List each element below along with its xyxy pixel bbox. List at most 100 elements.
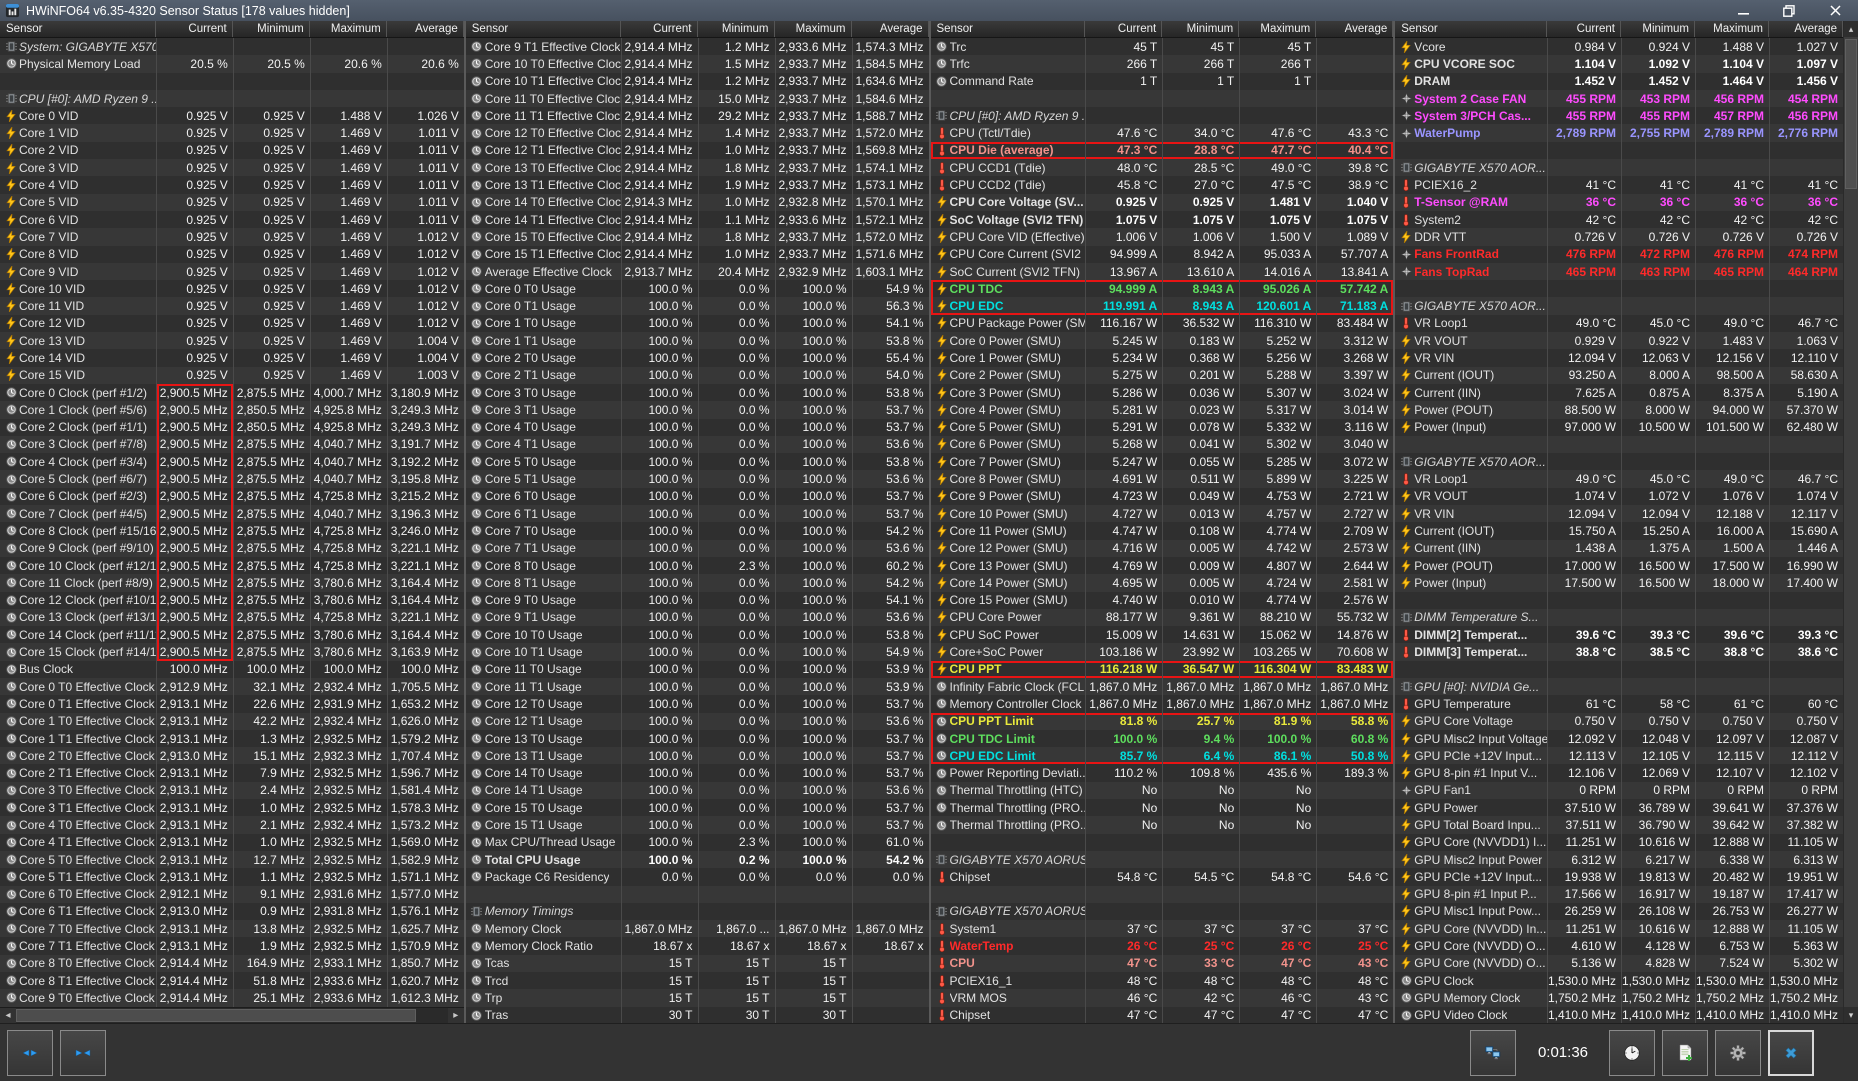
close-button[interactable] [1768,1030,1814,1076]
column-header-average[interactable]: Average [852,21,929,37]
sensor-row[interactable]: Thermal Throttling (PRO...NoNoNo [931,816,1394,833]
scrollbar-track[interactable] [416,1008,448,1023]
section-row[interactable]: GIGABYTE X570 AOR... [1395,159,1843,176]
sensor-row[interactable]: Core 14 VID0.925 V0.925 V1.469 V1.004 V [0,349,464,366]
column-header-average[interactable]: Average [1769,21,1843,37]
sensor-row[interactable]: Tras30 T30 T30 T [466,1007,929,1023]
sensor-row[interactable]: Core 5 T1 Usage100.0 %0.0 %100.0 %53.6 % [466,470,929,487]
sensor-row[interactable]: Core 8 T1 Usage100.0 %0.0 %100.0 %54.2 % [466,574,929,591]
column-header-minimum[interactable]: Minimum [698,21,775,37]
sensor-row[interactable]: Core 8 Clock (perf #15/16)2,900.5 MHz2,8… [0,522,464,539]
sensor-row[interactable]: Core 5 T0 Effective Clock2,913.1 MHz12.7… [0,851,464,868]
sensor-row[interactable]: Core 1 T0 Usage100.0 %0.0 %100.0 %54.1 % [466,315,929,332]
sensor-row[interactable]: GPU Misc2 Input Power6.312 W6.217 W6.338… [1395,851,1843,868]
sensor-row[interactable]: Core 5 Clock (perf #6/7)2,900.5 MHz2,875… [0,470,464,487]
sensor-row[interactable]: Core 10 T0 Usage100.0 %0.0 %100.0 %53.8 … [466,626,929,643]
sensor-row[interactable]: Core 3 Power (SMU)5.286 W0.036 W5.307 W3… [931,384,1394,401]
sensor-row[interactable]: GPU 8-pin #1 Input P...17.566 W16.917 W1… [1395,886,1843,903]
sensor-row[interactable]: CPU EDC119.991 A8.943 A120.601 A71.183 A [931,297,1394,314]
sensor-row[interactable]: Power (Input)97.000 W10.500 W101.500 W62… [1395,419,1843,436]
sensor-row[interactable]: Core 9 T0 Effective Clock2,914.4 MHz25.1… [0,989,464,1006]
sensor-row[interactable]: GPU Total Board Inpu...37.511 W36.790 W3… [1395,816,1843,833]
column-header-current[interactable]: Current [621,21,698,37]
sensor-row[interactable]: Core 14 T1 Effective Clock2,914.4 MHz1.1… [466,211,929,228]
sensor-row[interactable]: Core 3 VID0.925 V0.925 V1.469 V1.011 V [0,159,464,176]
sensor-row[interactable]: System137 °C37 °C37 °C37 °C [931,920,1394,937]
sensor-row[interactable]: Core 7 Power (SMU)5.247 W0.055 W5.285 W3… [931,453,1394,470]
sensor-row[interactable]: Core 2 T1 Usage100.0 %0.0 %100.0 %54.0 % [466,367,929,384]
sensor-row[interactable]: Core 5 T0 Usage100.0 %0.0 %100.0 %53.8 % [466,453,929,470]
sensor-row[interactable]: Core 11 T1 Usage100.0 %0.0 %100.0 %53.9 … [466,678,929,695]
column-header-sensor[interactable]: Sensor [931,21,1086,37]
scroll-up-arrow[interactable]: ▴ [1844,21,1858,37]
sensor-row[interactable]: Core 0 T1 Usage100.0 %0.0 %100.0 %56.3 % [466,297,929,314]
sensor-row[interactable]: VR Loop149.0 °C45.0 °C49.0 °C46.7 °C [1395,315,1843,332]
sensor-row[interactable]: T-Sensor @RAM36 °C36 °C36 °C36 °C [1395,194,1843,211]
sensor-row[interactable]: Core 10 T1 Usage100.0 %0.0 %100.0 %54.9 … [466,643,929,660]
vertical-scrollbar[interactable]: ▴▾ [1843,21,1858,1023]
sensor-row[interactable]: Core 8 T0 Effective Clock2,914.4 MHz164.… [0,955,464,972]
sensor-row[interactable]: CPU CCD2 (Tdie)45.8 °C27.0 °C47.5 °C38.9… [931,176,1394,193]
scrollbar-track[interactable] [1844,191,1858,1007]
sensor-row[interactable]: Core 15 T1 Effective Clock2,914.4 MHz1.0… [466,246,929,263]
sensor-row[interactable]: Core 12 Clock (perf #10/12)2,900.5 MHz2,… [0,592,464,609]
section-row[interactable]: GIGABYTE X570 AORUS ... [931,903,1394,920]
sensor-row[interactable]: Core 9 T1 Usage100.0 %0.0 %100.0 %53.6 % [466,609,929,626]
reset-clock-button[interactable] [1609,1030,1655,1076]
sensor-row[interactable]: Core 7 Clock (perf #4/5)2,900.5 MHz2,875… [0,505,464,522]
horizontal-scrollbar[interactable]: ◂▸ [0,1007,464,1023]
sensor-row[interactable]: Core 10 Power (SMU)4.727 W0.013 W4.757 W… [931,505,1394,522]
settings-button[interactable] [1715,1030,1761,1076]
sensor-row[interactable]: Core 13 VID0.925 V0.925 V1.469 V1.004 V [0,332,464,349]
sensor-row[interactable]: Core 10 T1 Effective Clock2,914.4 MHz1.2… [466,73,929,90]
scroll-right-arrow[interactable]: ▸ [448,1008,464,1023]
sensor-row[interactable]: Core 11 VID0.925 V0.925 V1.469 V1.012 V [0,297,464,314]
sensor-row[interactable]: Core 10 T0 Effective Clock2,914.4 MHz1.5… [466,55,929,72]
sensor-row[interactable]: Core 3 T0 Effective Clock2,913.1 MHz2.4 … [0,782,464,799]
section-row[interactable]: GPU [#0]: NVIDIA Ge... [1395,678,1843,695]
sensor-row[interactable]: Core 4 Clock (perf #3/4)2,900.5 MHz2,875… [0,453,464,470]
sensor-row[interactable]: Core 15 Clock (perf #14/15)2,900.5 MHz2,… [0,643,464,660]
sensor-row[interactable]: Trc45 T45 T45 T [931,38,1394,55]
sensor-row[interactable]: Package C6 Residency0.0 %0.0 %0.0 %0.0 % [466,868,929,885]
sensor-row[interactable]: Core 15 T0 Usage100.0 %0.0 %100.0 %53.7 … [466,799,929,816]
column-header-current[interactable]: Current [156,21,233,37]
sensor-row[interactable]: WaterPump2,789 RPM2,755 RPM2,789 RPM2,77… [1395,124,1843,141]
column-header-maximum[interactable]: Maximum [1695,21,1769,37]
section-row[interactable]: GIGABYTE X570 AOR... [1395,453,1843,470]
sensor-row[interactable]: Core 9 T0 Usage100.0 %0.0 %100.0 %54.1 % [466,592,929,609]
sensor-row[interactable]: Core 1 T1 Usage100.0 %0.0 %100.0 %53.8 % [466,332,929,349]
sensor-row[interactable]: Core 3 T1 Effective Clock2,913.1 MHz1.0 … [0,799,464,816]
section-row[interactable]: GIGABYTE X570 AORUS ... [931,851,1394,868]
sensor-row[interactable]: GPU Video Clock1,410.0 MHz1,410.0 MHz1,4… [1395,1007,1843,1023]
column-header-sensor[interactable]: Sensor [466,21,621,37]
sensor-row[interactable]: Core 6 T0 Usage100.0 %0.0 %100.0 %53.7 % [466,488,929,505]
minimize-button[interactable] [1720,0,1766,21]
sensor-row[interactable]: Trp15 T15 T15 T [466,989,929,1006]
sensor-row[interactable]: Core 0 Power (SMU)5.245 W0.183 W5.252 W3… [931,332,1394,349]
sensor-row[interactable]: Core 0 Clock (perf #1/2)2,900.5 MHz2,875… [0,384,464,401]
sensor-row[interactable]: Core 6 T1 Usage100.0 %0.0 %100.0 %53.7 % [466,505,929,522]
sensor-row[interactable]: VR VOUT1.074 V1.072 V1.076 V1.074 V [1395,488,1843,505]
sensor-row[interactable]: Current (IIN)1.438 A1.375 A1.500 A1.446 … [1395,540,1843,557]
sensor-row[interactable]: Memory Clock1,867.0 MHz1,867.0 ...1,867.… [466,920,929,937]
sensor-row[interactable]: System 3/PCH Cas...455 RPM455 RPM457 RPM… [1395,107,1843,124]
sensor-row[interactable]: CPU EDC Limit85.7 %6.4 %86.1 %50.8 % [931,747,1394,764]
sensor-row[interactable]: CPU TDC94.999 A8.943 A95.026 A57.742 A [931,280,1394,297]
sensor-row[interactable]: CPU CCD1 (Tdie)48.0 °C28.5 °C49.0 °C39.8… [931,159,1394,176]
sensor-row[interactable]: Thermal Throttling (PRO...NoNoNo [931,799,1394,816]
logging-report-button[interactable] [1662,1030,1708,1076]
sensor-row[interactable]: Power (POUT)17.000 W16.500 W17.500 W16.9… [1395,557,1843,574]
sensor-row[interactable]: Core 7 VID0.925 V0.925 V1.469 V1.012 V [0,228,464,245]
sensor-row[interactable]: Core 7 T0 Usage100.0 %0.0 %100.0 %54.2 % [466,522,929,539]
sensor-row[interactable]: Total CPU Usage100.0 %0.2 %100.0 %54.2 % [466,851,929,868]
sensor-row[interactable]: Core 15 VID0.925 V0.925 V1.469 V1.003 V [0,367,464,384]
sensor-row[interactable]: Core 3 T0 Usage100.0 %0.0 %100.0 %53.8 % [466,384,929,401]
sensor-row[interactable]: GPU 8-pin #1 Input V...12.106 V12.069 V1… [1395,764,1843,781]
sensor-row[interactable]: Core 11 T0 Usage100.0 %0.0 %100.0 %53.9 … [466,661,929,678]
sensor-row[interactable]: CPU Core Current (SVI2 ...94.999 A8.942 … [931,246,1394,263]
column-header-maximum[interactable]: Maximum [310,21,387,37]
sensor-row[interactable]: System 2 Case FAN455 RPM453 RPM456 RPM45… [1395,90,1843,107]
sensor-row[interactable]: Core 14 Clock (perf #11/11)2,900.5 MHz2,… [0,626,464,643]
sensor-row[interactable]: Core 0 T0 Usage100.0 %0.0 %100.0 %54.9 % [466,280,929,297]
